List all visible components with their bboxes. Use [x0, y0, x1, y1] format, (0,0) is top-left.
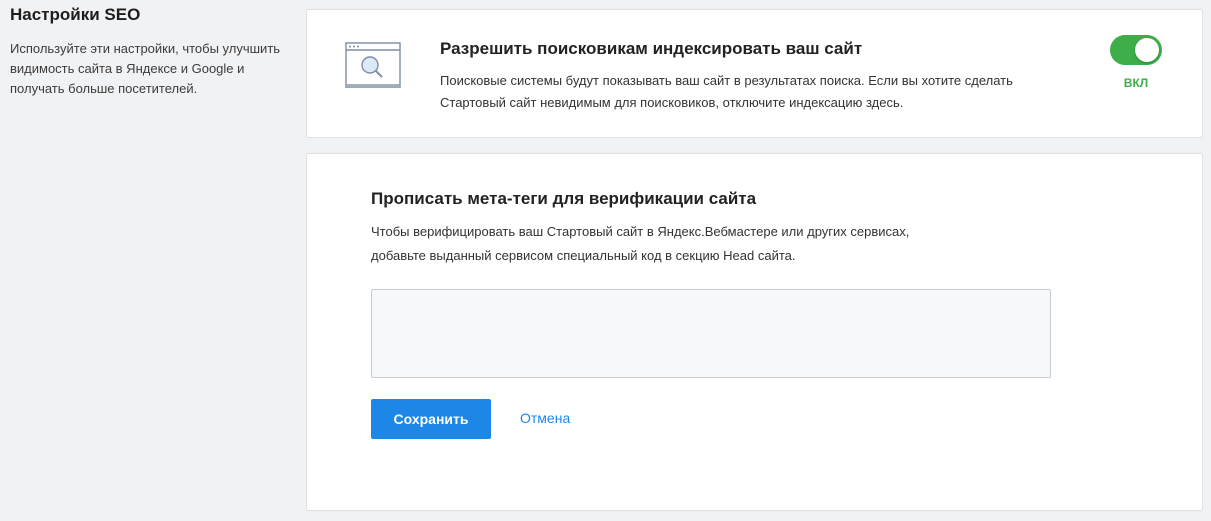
meta-tags-title: Прописать мета-теги для верификации сайт…	[371, 189, 757, 208]
section-title: Настройки SEO	[10, 5, 141, 24]
cancel-button[interactable]: Отмена	[520, 408, 570, 428]
indexing-title: Разрешить поисковикам индексировать ваш …	[440, 39, 863, 58]
browser-search-icon	[345, 42, 401, 88]
seo-settings-page: Настройки SEO Используйте эти настройки,…	[0, 0, 1211, 521]
toggle-knob	[1135, 38, 1159, 62]
meta-tags-input[interactable]	[371, 289, 1051, 378]
save-button[interactable]: Сохранить	[371, 399, 491, 439]
indexing-card: Разрешить поисковикам индексировать ваш …	[306, 9, 1203, 138]
meta-tags-description: Чтобы верифицировать ваш Стартовый сайт …	[371, 224, 910, 263]
meta-tags-card: Прописать мета-теги для верификации сайт…	[306, 153, 1203, 511]
toggle-state-label: ВКЛ	[1123, 76, 1149, 90]
seo-settings-intro: Настройки SEO Используйте эти настройки,…	[10, 4, 295, 99]
indexing-description: Поисковые системы будут показывать ваш с…	[440, 73, 1013, 110]
indexing-toggle[interactable]	[1110, 35, 1162, 65]
section-description: Используйте эти настройки, чтобы улучшит…	[10, 41, 281, 96]
